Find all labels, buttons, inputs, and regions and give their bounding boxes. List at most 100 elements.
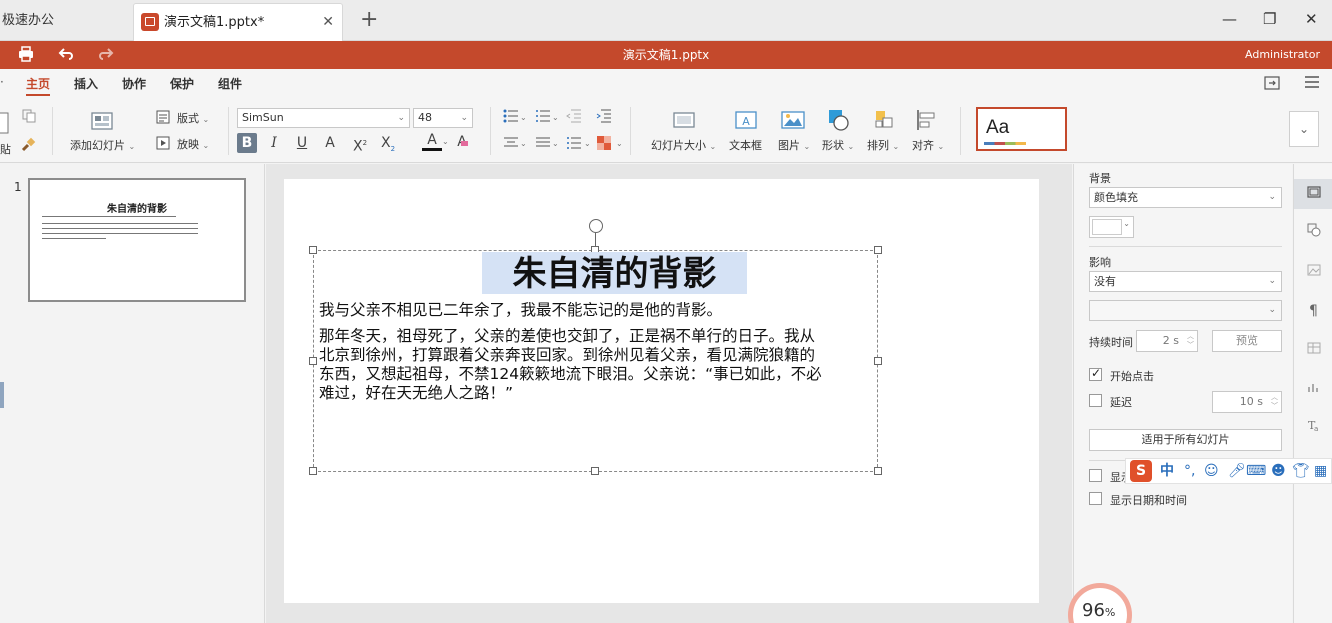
menu-overflow-icon[interactable]: · — [0, 75, 4, 89]
picture-icon[interactable] — [781, 110, 805, 133]
apply-to-all-slides-button[interactable]: 适用于所有幻灯片 — [1089, 429, 1282, 451]
user-name[interactable]: Administrator — [1245, 41, 1320, 69]
chevron-down-icon[interactable]: ⌄ — [520, 113, 527, 122]
chevron-down-icon[interactable]: ⌄ — [442, 137, 449, 146]
play-icon[interactable] — [156, 136, 170, 153]
align-center-icon[interactable] — [503, 136, 519, 153]
close-tab-icon[interactable]: ✕ — [322, 14, 334, 30]
line-spacing-icon[interactable] — [535, 136, 551, 153]
theme-preview[interactable]: Aa — [976, 107, 1067, 151]
toolbox-icon[interactable]: ▦ — [1314, 461, 1327, 481]
show-datetime-checkbox[interactable] — [1089, 492, 1102, 505]
layout-icon[interactable] — [156, 110, 170, 127]
font-size-select[interactable]: 48 ⌄ — [413, 108, 473, 128]
format-painter-icon[interactable] — [20, 137, 36, 156]
print-icon[interactable] — [17, 46, 35, 64]
text-box-icon[interactable]: A — [735, 110, 757, 133]
slide-paragraph[interactable]: 北京到徐州，打算跟着父亲奔丧回家。到徐州见着父亲，看见满院狼籍的 — [319, 346, 815, 366]
app-tab[interactable]: 极速办公 — [0, 0, 54, 41]
shape-button[interactable]: 形状 ⌄ — [822, 137, 854, 153]
chevron-down-icon[interactable]: ⌄ — [616, 139, 623, 148]
preview-button[interactable]: 预览 — [1212, 330, 1282, 352]
shape-settings-icon[interactable] — [1294, 218, 1332, 248]
arrange-button[interactable]: 排列 ⌄ — [867, 137, 899, 153]
numbered-list-icon[interactable] — [535, 109, 551, 126]
menu-components[interactable]: 组件 — [218, 75, 242, 92]
font-color-button[interactable]: A — [422, 132, 442, 151]
skin-icon[interactable]: 👕︎ — [1292, 461, 1310, 481]
slide-paragraph[interactable]: 东西，又想起祖母，不禁124簌簌地流下眼泪。父亲说：“事已如此，不必 — [319, 365, 822, 385]
show-slide-number-checkbox[interactable] — [1089, 469, 1102, 482]
undo-icon[interactable] — [57, 46, 75, 64]
slide-size-icon[interactable] — [673, 110, 695, 133]
emoji-icon[interactable]: ☺ — [1204, 461, 1219, 481]
chevron-down-icon[interactable]: ⌄ — [584, 139, 591, 148]
slide-size-button[interactable]: 幻灯片大小 ⌄ — [651, 137, 716, 153]
align-icon[interactable] — [916, 109, 938, 134]
align-button[interactable]: 对齐 ⌄ — [912, 137, 944, 153]
shape-icon[interactable] — [827, 108, 851, 135]
user-icon[interactable]: ☻ — [1271, 461, 1286, 481]
image-settings-icon[interactable] — [1294, 257, 1332, 287]
table-settings-icon[interactable] — [1294, 335, 1332, 365]
ime-mode-toggle[interactable]: 中 — [1160, 461, 1174, 481]
hamburger-menu-icon[interactable] — [1305, 76, 1319, 91]
rotate-handle-icon[interactable] — [589, 219, 603, 233]
open-location-icon[interactable] — [1264, 76, 1280, 93]
underline-button[interactable]: U — [292, 133, 312, 153]
copy-icon[interactable] — [22, 109, 36, 126]
resize-handle[interactable] — [874, 246, 882, 254]
duration-stepper[interactable]: 2 s ︿ ﹀ — [1136, 330, 1198, 352]
background-color-picker[interactable]: ⌄ — [1089, 216, 1134, 238]
resize-handle[interactable] — [874, 467, 882, 475]
paragraph-settings-icon[interactable]: ¶ — [1294, 296, 1332, 326]
chevron-down-icon[interactable]: ⌄ — [552, 113, 559, 122]
restore-button[interactable]: ❐ — [1263, 10, 1276, 28]
start-on-click-checkbox[interactable] — [1089, 366, 1102, 381]
document-tab[interactable]: 演示文稿1.pptx* ✕ — [133, 3, 343, 41]
strikethrough-button[interactable]: A — [320, 133, 340, 153]
increase-indent-icon[interactable] — [596, 109, 612, 126]
resize-handle[interactable] — [874, 357, 882, 365]
decrease-indent-icon[interactable] — [566, 109, 582, 126]
effect-select[interactable]: 没有 ⌄ — [1089, 271, 1282, 292]
add-slide-icon[interactable] — [90, 109, 114, 134]
layout-button[interactable]: 版式 ⌄ — [177, 110, 209, 126]
font-name-select[interactable]: SimSun ⌄ — [237, 108, 410, 128]
resize-handle[interactable] — [591, 467, 599, 475]
paste-icon[interactable] — [0, 111, 10, 138]
resize-handle[interactable] — [309, 246, 317, 254]
menu-collaborate[interactable]: 协作 — [122, 75, 146, 92]
redo-icon[interactable] — [97, 46, 115, 64]
menu-protect[interactable]: 保护 — [170, 75, 194, 92]
chart-settings-icon[interactable] — [1294, 374, 1332, 404]
columns-icon[interactable] — [566, 136, 582, 153]
add-slide-button[interactable]: 添加幻灯片 ⌄ — [70, 137, 135, 153]
keyboard-icon[interactable]: ⌨ — [1246, 461, 1266, 481]
chevron-down-icon[interactable]: ⌄ — [552, 139, 559, 148]
subscript-button[interactable]: X2 — [378, 133, 398, 153]
slide-paragraph[interactable]: 难过，好在天无绝人之路！” — [319, 384, 513, 404]
resize-handle[interactable] — [309, 357, 317, 365]
expand-themes-button[interactable]: ⌄ — [1289, 111, 1319, 147]
arrange-icon[interactable] — [873, 109, 895, 134]
close-window-button[interactable]: ✕ — [1305, 10, 1318, 28]
clear-format-button[interactable]: A — [452, 132, 472, 152]
slide-settings-icon[interactable] — [1294, 179, 1332, 209]
chevron-down-icon[interactable]: ⌄ — [520, 139, 527, 148]
slide-canvas[interactable]: 朱自清的背影 我与父亲不相见已二年余了，我最不能忘记的是他的背影。 那年冬天，祖… — [284, 179, 1039, 603]
delay-stepper[interactable]: 10 s ︿ ﹀ — [1212, 391, 1282, 413]
italic-button[interactable]: I — [264, 133, 284, 153]
play-button[interactable]: 放映 ⌄ — [177, 136, 209, 152]
menu-home[interactable]: 主页 — [26, 75, 51, 96]
microphone-icon[interactable]: 🎤︎ — [1228, 461, 1246, 481]
menu-insert[interactable]: 插入 — [74, 75, 98, 92]
text-art-settings-icon[interactable]: Ta — [1294, 413, 1332, 443]
resize-handle[interactable] — [309, 467, 317, 475]
superscript-button[interactable]: X2 — [350, 133, 370, 155]
new-tab-button[interactable]: + — [360, 8, 378, 32]
slide-title[interactable]: 朱自清的背影 — [482, 252, 747, 296]
bold-button[interactable]: B — [237, 133, 257, 153]
minimize-button[interactable]: — — [1222, 10, 1237, 28]
picture-button[interactable]: 图片 ⌄ — [778, 137, 810, 153]
